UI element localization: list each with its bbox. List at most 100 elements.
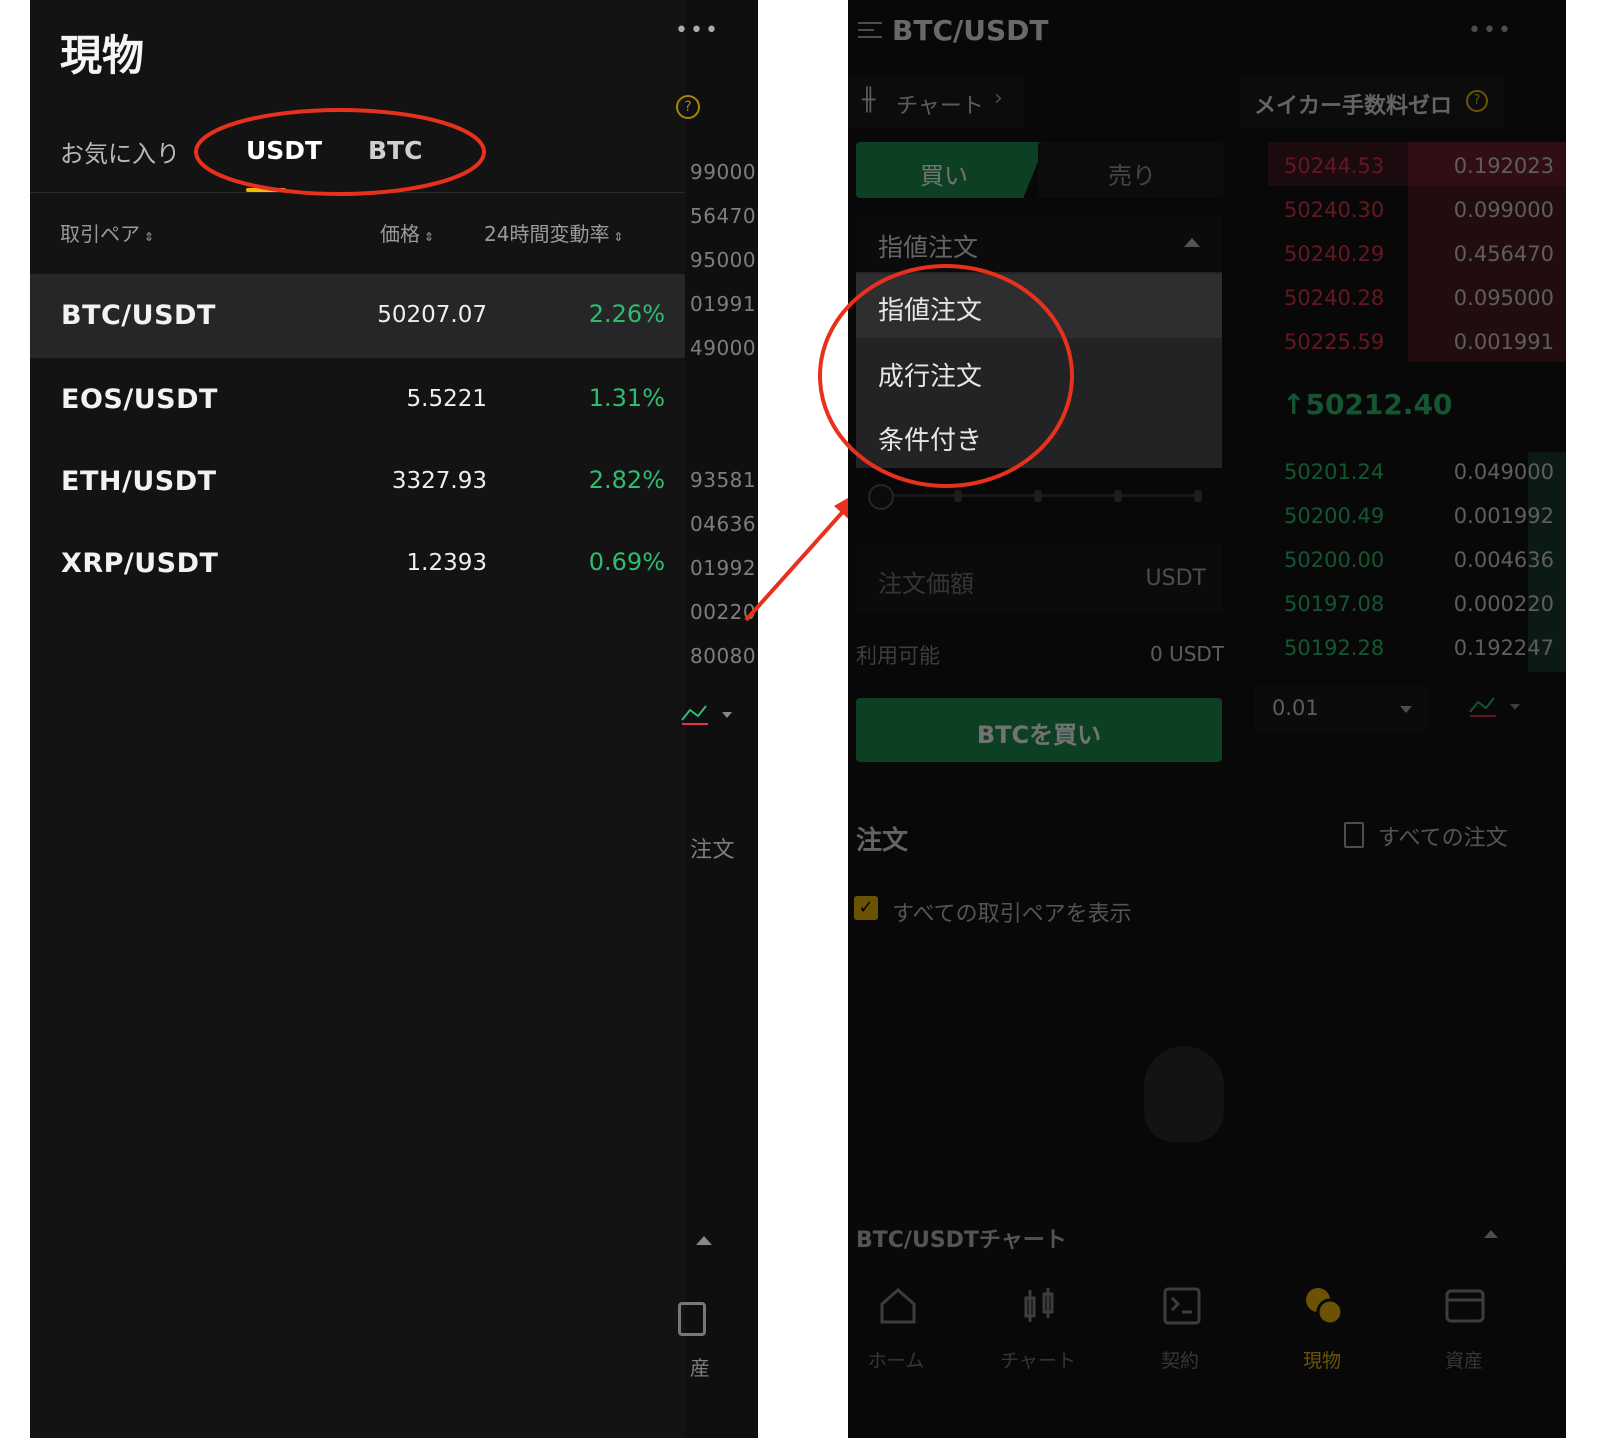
strip-value: 99000 (690, 160, 757, 184)
bid-qty: 0.004636 (1453, 548, 1554, 572)
bid-row[interactable]: 50201.24 0.049000 (1278, 452, 1566, 492)
depth-chart-icon[interactable] (1468, 694, 1528, 726)
order-price-unit: USDT (1145, 566, 1206, 591)
nav-contract[interactable]: 契約 (1110, 1280, 1250, 1380)
bid-price: 50197.08 (1284, 592, 1385, 616)
spot-market-panel: 現物 ••• ? お気に入り USDT BTC 取引ペア ⇕ 価格 ⇕ 24時間… (30, 0, 758, 1438)
bid-price: 50200.00 (1284, 548, 1385, 572)
strip-assets-label: 産 (690, 1356, 711, 1380)
order-price-placeholder: 注文価額 (878, 570, 974, 598)
help-icon[interactable]: ? (676, 95, 700, 119)
available-label: 利用可能 (856, 644, 940, 668)
pair-change: 2.82% (588, 466, 665, 494)
market-row[interactable]: BTC/USDT 50207.07 2.26% (30, 274, 685, 358)
chevron-down-icon (1400, 706, 1412, 713)
order-price-input[interactable]: 注文価額 USDT (856, 544, 1222, 612)
ask-price: 50240.30 (1284, 198, 1385, 222)
bid-qty: 0.000220 (1453, 592, 1554, 616)
nav-home-label: ホーム (867, 1350, 925, 1372)
ask-row[interactable]: 50244.53 0.192023 (1278, 146, 1566, 186)
maker-fee-banner[interactable]: メイカー手数料ゼロ ? (1240, 76, 1504, 128)
depth-value: 0.01 (1272, 696, 1319, 720)
bid-qty: 0.192247 (1453, 636, 1554, 660)
strip-value: 80080 (690, 644, 757, 668)
chart-link[interactable]: ╫ チャート › (848, 76, 1024, 128)
market-row[interactable]: XRP/USDT 1.2393 0.69% (30, 522, 685, 606)
all-orders-label: すべての注文 (1378, 826, 1508, 851)
more-icon[interactable]: ••• (1468, 18, 1513, 43)
wallet-icon (678, 1302, 706, 1336)
chevron-up-icon (1484, 1230, 1498, 1238)
depth-select[interactable]: 0.01 (1254, 686, 1428, 732)
market-row[interactable]: ETH/USDT 3327.93 2.82% (30, 440, 685, 524)
ask-row[interactable]: 50240.28 0.095000 (1278, 278, 1566, 318)
strip-value: 49000 (690, 336, 757, 360)
slider-tick (1194, 490, 1202, 502)
tab-buy[interactable]: 買い (856, 142, 1046, 198)
pair-price: 3327.93 (391, 468, 487, 494)
nav-spot[interactable]: 現物 (1252, 1280, 1392, 1380)
candlestick-icon (1024, 1288, 1054, 1322)
sort-icon: ⇕ (140, 230, 154, 244)
chart-link-label: チャート (896, 94, 984, 119)
collapse-icon (696, 1236, 712, 1245)
nav-chart[interactable]: チャート (968, 1280, 1108, 1380)
ask-row[interactable]: 50240.29 0.456470 (1278, 234, 1566, 274)
column-header-change-label: 24時間変動率 (484, 222, 610, 246)
home-icon (880, 1288, 916, 1324)
chevron-right-icon: › (994, 86, 1003, 111)
bid-price: 50192.28 (1284, 636, 1385, 660)
column-header-price[interactable]: 価格 ⇕ (380, 218, 434, 247)
bid-price: 50201.24 (1284, 460, 1385, 484)
tab-sell[interactable]: 売り (1038, 142, 1224, 198)
pair-title[interactable]: BTC/USDT (892, 14, 1048, 47)
ask-price: 50240.28 (1284, 286, 1385, 310)
ask-price: 50240.29 (1284, 242, 1385, 266)
annotation-circle-menu (818, 264, 1074, 488)
chart-collapse-bar[interactable]: BTC/USDTチャート (848, 1200, 1566, 1270)
show-all-pairs-checkbox[interactable]: ✓ (854, 896, 878, 920)
pair-price: 5.5221 (406, 386, 487, 412)
column-header-change[interactable]: 24時間変動率 ⇕ (484, 218, 623, 247)
last-price-value: 50212.40 (1305, 388, 1453, 421)
tab-favorites[interactable]: お気に入り (60, 134, 180, 169)
bid-row[interactable]: 50192.28 0.192247 (1278, 628, 1566, 668)
candlestick-icon: ╫ (862, 88, 876, 113)
nav-assets[interactable]: 資産 (1394, 1280, 1534, 1380)
contract-icon (1163, 1287, 1201, 1325)
bid-row[interactable]: 50200.00 0.004636 (1278, 540, 1566, 580)
menu-icon[interactable] (858, 20, 884, 44)
pair-change: 2.26% (588, 300, 665, 328)
nav-home[interactable]: ホーム (848, 1280, 966, 1380)
ask-row[interactable]: 50240.30 0.099000 (1278, 190, 1566, 230)
order-type-value: 指値注文 (878, 233, 979, 262)
buy-btc-button[interactable]: BTCを買い (856, 698, 1222, 762)
ask-price: 50244.53 (1284, 154, 1385, 178)
column-header-price-label: 価格 (380, 222, 420, 246)
chevron-up-icon (1184, 238, 1200, 247)
spot-icon (1306, 1288, 1344, 1326)
nav-spot-label: 現物 (1302, 1350, 1341, 1372)
strip-order-label: 注文 (690, 838, 736, 863)
ask-qty: 0.456470 (1453, 242, 1554, 266)
ask-qty: 0.099000 (1453, 198, 1554, 222)
ask-row[interactable]: 50225.59 0.001991 (1278, 322, 1566, 362)
more-icon[interactable]: ••• (675, 18, 720, 43)
wallet-icon (1445, 1289, 1485, 1323)
strip-value: 56470 (690, 204, 757, 228)
pair-name: EOS/USDT (61, 384, 218, 415)
pair-name: XRP/USDT (61, 548, 219, 579)
market-row[interactable]: EOS/USDT 5.5221 1.31% (30, 358, 685, 442)
document-icon (1344, 822, 1364, 848)
pair-change: 1.31% (588, 384, 665, 412)
bid-qty: 0.001992 (1453, 504, 1554, 528)
orders-title: 注文 (856, 826, 909, 856)
bid-row[interactable]: 50200.49 0.001992 (1278, 496, 1566, 536)
sort-icon: ⇕ (609, 230, 624, 244)
annotation-ellipse-tabs (194, 108, 486, 196)
bid-row[interactable]: 50197.08 0.000220 (1278, 584, 1566, 624)
last-price: ↑50212.40 (1282, 388, 1452, 421)
column-header-pair[interactable]: 取引ペア ⇕ (60, 218, 154, 247)
nav-contract-label: 契約 (1160, 1350, 1199, 1372)
pair-name: ETH/USDT (61, 466, 217, 497)
